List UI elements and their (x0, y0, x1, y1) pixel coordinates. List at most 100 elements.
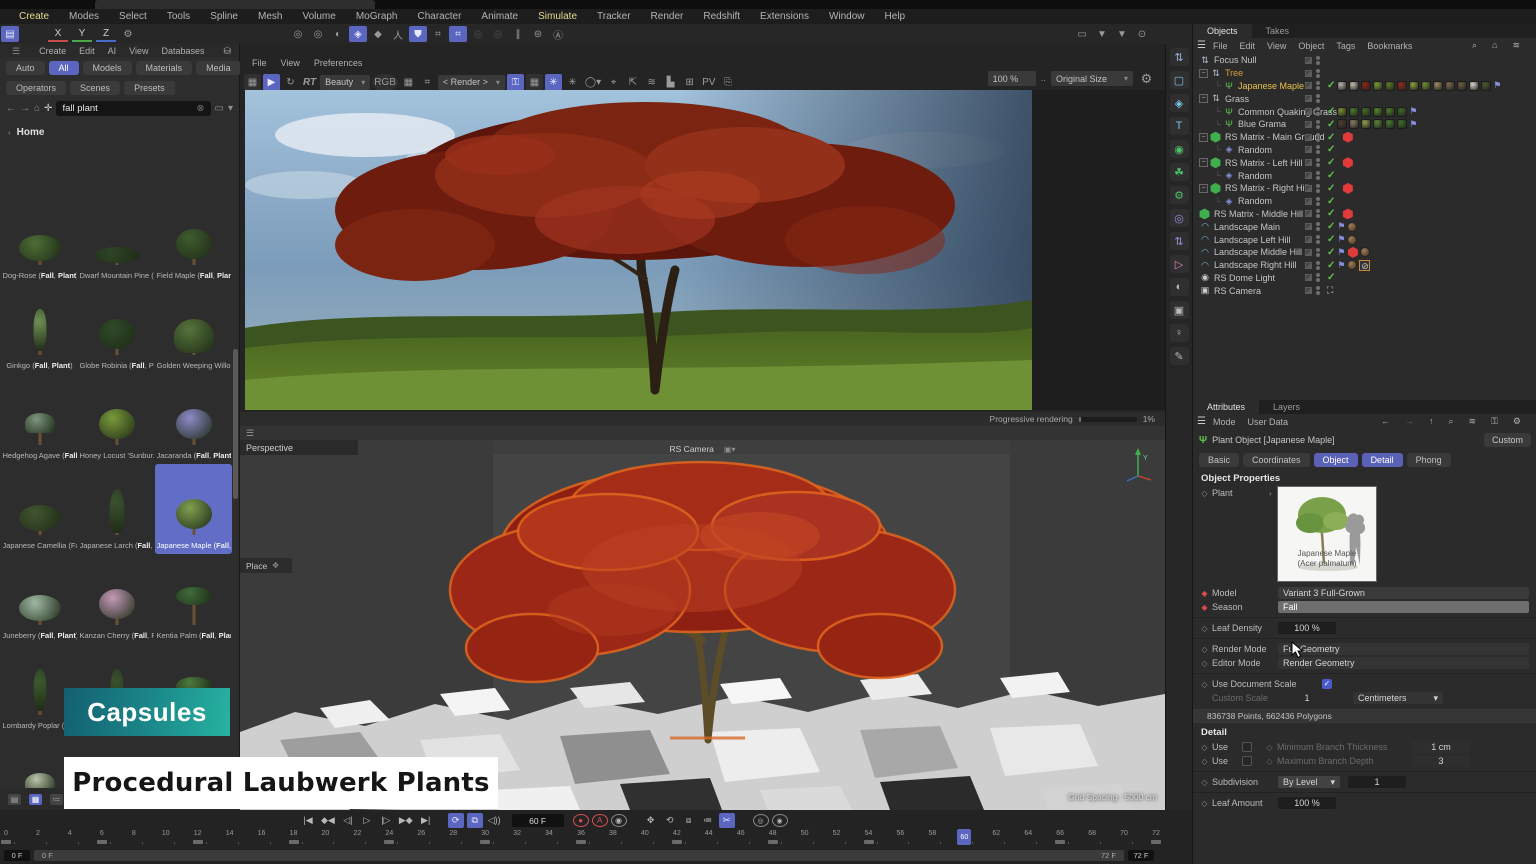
object-row[interactable]: −RS Matrix - Right Hill✓ (1193, 182, 1536, 195)
annotation-flag-icon[interactable]: ⚑ (1337, 260, 1345, 271)
add-icon[interactable]: ✛ (44, 103, 52, 114)
material-sphere-icon[interactable] (1360, 247, 1370, 257)
material-swatch[interactable] (1361, 119, 1371, 129)
disabled-tag-icon[interactable]: ⊘ (1359, 260, 1370, 271)
refresh-icon[interactable]: ↻ (282, 74, 299, 91)
up-icon[interactable]: ↑ (1424, 416, 1439, 427)
annotation-flag-icon[interactable]: ⚑ (1409, 119, 1417, 130)
channel-toggle[interactable]: RGB (372, 74, 398, 91)
use-document-scale-checkbox[interactable]: ✓ (1322, 679, 1332, 689)
object-name[interactable]: RS Dome Light (1214, 273, 1275, 283)
om-menu-bookmarks[interactable]: Bookmarks (1362, 41, 1417, 51)
edit-toggle-icon[interactable] (1305, 236, 1312, 243)
tab-operators[interactable]: Operators (6, 81, 66, 95)
visibility-dots[interactable] (1316, 81, 1320, 90)
edit-toggle-icon[interactable] (1305, 198, 1312, 205)
om-menu-tags[interactable]: Tags (1331, 41, 1360, 51)
visibility-dots[interactable] (1316, 197, 1320, 206)
leaf-amount-field[interactable]: 100 % (1278, 797, 1336, 809)
object-row[interactable]: ◠Landscape Middle Hill✓⚑ (1193, 246, 1536, 259)
material-sphere-icon[interactable] (1347, 222, 1357, 232)
focus-icon[interactable]: ⌖ (605, 74, 622, 91)
add-view-icon[interactable]: ⊞ (681, 74, 698, 91)
view-grid-icon[interactable]: ▦ (29, 794, 42, 805)
timeline-ruler[interactable]: 0246810121416182022242628303234363840424… (2, 830, 1160, 846)
object-name[interactable]: Landscape Left Hill (1214, 235, 1291, 245)
visibility-dots[interactable] (1316, 273, 1320, 282)
material-sphere-icon[interactable] (1347, 235, 1357, 245)
document-tab[interactable] (95, 0, 375, 9)
lock-icon[interactable]: ⚿ (1486, 416, 1503, 427)
object-name[interactable]: Random (1238, 145, 1272, 155)
expander-icon[interactable]: − (1199, 184, 1208, 193)
asset-item[interactable]: Golden Weeping Willo... (155, 284, 232, 374)
menu-modes[interactable]: Modes (60, 10, 108, 23)
viewport-label[interactable]: Perspective (240, 440, 358, 455)
forward-icon[interactable]: → (1400, 416, 1419, 427)
om-menu-file[interactable]: File (1208, 41, 1233, 51)
autokey-button[interactable]: A (592, 814, 608, 827)
grid-snap-icon[interactable]: ⌗ (429, 26, 447, 42)
home-icon[interactable]: ⌂ (34, 103, 40, 114)
asset-item[interactable]: Honey Locust 'Sunbur... (78, 374, 155, 464)
material-swatch[interactable] (1433, 81, 1443, 91)
interactive-render-icon[interactable]: ⊙ (1133, 26, 1151, 42)
asset-item[interactable]: Jacaranda (Fall, Plant) (155, 374, 232, 464)
menu-extensions[interactable]: Extensions (751, 10, 818, 23)
render-menu-view[interactable]: View (275, 58, 306, 68)
expander-icon[interactable]: − (1199, 133, 1208, 142)
asset-item[interactable]: Hedgehog Agave (Fall... (1, 374, 78, 464)
spline-smooth-icon[interactable]: ⊜ (529, 26, 547, 42)
material-swatch[interactable] (1373, 119, 1383, 129)
keyframe-selection-button[interactable]: ◉ (611, 814, 627, 827)
object-row[interactable]: −RS Matrix - Main Ground✓ (1193, 131, 1536, 144)
edit-toggle-icon[interactable] (1305, 146, 1312, 153)
menu-animate[interactable]: Animate (472, 10, 527, 23)
edit-toggle-icon[interactable] (1305, 223, 1312, 230)
enabled-check-icon[interactable]: ✓ (1327, 221, 1335, 232)
deformer-icon[interactable]: ⇅ (1170, 232, 1189, 250)
object-row[interactable]: −⇅Tree (1193, 67, 1536, 80)
object-name[interactable]: RS Matrix - Left Hill (1225, 158, 1303, 168)
browser-menu-view[interactable]: View (123, 46, 154, 56)
edit-toggle-icon[interactable] (1305, 108, 1312, 115)
expand-icon[interactable]: ⇱ (624, 74, 641, 91)
workplane-icon[interactable]: ◎ (469, 26, 487, 42)
object-name[interactable]: Landscape Middle Hill (1214, 247, 1302, 257)
key-dot-icon[interactable]: ◇ (1201, 489, 1208, 498)
asset-item[interactable]: Dwarf Mountain Pine (... (78, 194, 155, 284)
material-swatch[interactable] (1373, 107, 1383, 117)
filter-icon[interactable]: ≋ (1507, 40, 1525, 51)
object-name[interactable]: Tree (1225, 68, 1243, 78)
panel-menu-icon[interactable]: ☰ (6, 46, 26, 57)
tab-all[interactable]: All (49, 61, 79, 75)
section-tab-basic[interactable]: Basic (1199, 453, 1239, 467)
search-icon[interactable]: ⌕ (1467, 40, 1482, 51)
solo-off-button[interactable]: ◎ (753, 814, 769, 827)
visibility-dots[interactable] (1316, 145, 1320, 154)
visibility-dots[interactable] (1316, 107, 1320, 116)
visibility-dots[interactable] (1316, 56, 1320, 65)
record-parameter-button[interactable]: ≔ (700, 813, 716, 828)
hair-gear-icon[interactable]: ∥ (509, 26, 527, 42)
material-swatch[interactable] (1445, 81, 1455, 91)
object-name[interactable]: Random (1238, 171, 1272, 181)
annotation-flag-icon[interactable]: ⚑ (1337, 221, 1345, 232)
edit-toggle-icon[interactable] (1305, 134, 1312, 141)
om-menu-view[interactable]: View (1262, 41, 1291, 51)
edit-toggle-icon[interactable] (1305, 287, 1312, 294)
use-checkbox[interactable] (1242, 756, 1252, 766)
render-view-icon[interactable]: ▭ (1073, 26, 1091, 42)
panel-menu-icon[interactable]: ☰ (1197, 40, 1206, 51)
menu-spline[interactable]: Spline (201, 10, 247, 23)
browser-popout-icon[interactable]: ▭ (215, 103, 224, 114)
enabled-check-icon[interactable]: ✓ (1327, 183, 1335, 194)
menu-create[interactable]: Create (10, 10, 58, 23)
expander-icon[interactable]: − (1199, 69, 1208, 78)
object-row[interactable]: ◠Landscape Main✓⚑ (1193, 220, 1536, 233)
material-swatch[interactable] (1481, 81, 1491, 91)
record-position-button[interactable]: ✥ (643, 813, 659, 828)
material-swatch[interactable] (1337, 107, 1347, 117)
annotation-flag-icon[interactable]: ⚑ (1337, 234, 1345, 245)
edit-toggle-icon[interactable] (1305, 262, 1312, 269)
